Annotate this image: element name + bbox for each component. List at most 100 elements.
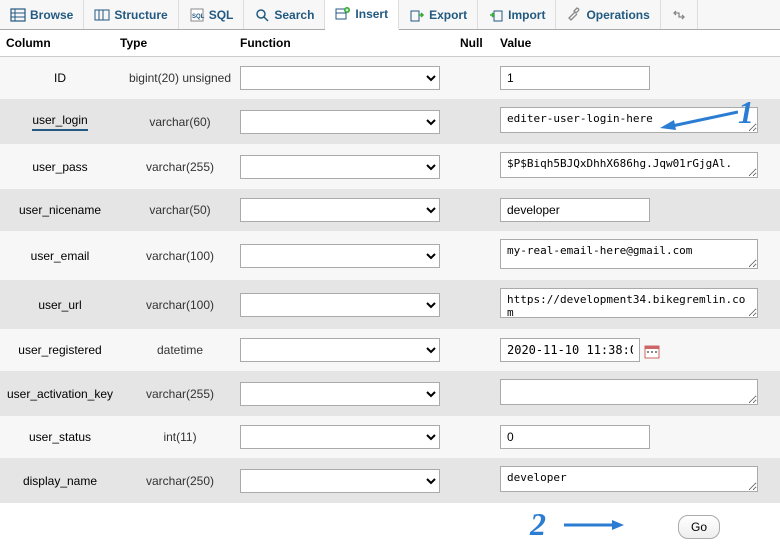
function-select[interactable] [240,66,440,90]
value-cell [500,338,780,362]
arrow-right-icon [564,517,624,533]
header-value: Value [500,36,780,50]
operations-icon [566,7,582,23]
value-cell [500,198,780,222]
function-cell [240,66,460,90]
function-cell [240,155,460,179]
import-icon [488,7,504,23]
value-textarea[interactable] [500,379,758,405]
tab-import-label: Import [508,8,545,22]
function-select[interactable] [240,382,440,406]
column-type: datetime [120,343,240,357]
value-cell [500,239,780,272]
function-select[interactable] [240,469,440,493]
header-type: Type [120,36,240,50]
header-column: Column [0,36,120,50]
function-select[interactable] [240,293,440,317]
header-null: Null [460,36,500,50]
browse-icon [10,7,26,23]
footer: 2 Go [0,503,780,551]
insert-icon [335,6,351,22]
function-cell [240,469,460,493]
column-type: int(11) [120,430,240,444]
table-row: user_statusint(11) [0,416,780,458]
calendar-icon[interactable] [644,343,660,359]
table-row: user_passvarchar(255) [0,144,780,189]
table-row: user_emailvarchar(100) [0,231,780,280]
column-type: varchar(50) [120,203,240,217]
value-cell [500,466,780,495]
tab-browse-label: Browse [30,8,73,22]
tab-sql-label: SQL [209,8,234,22]
column-type: bigint(20) unsigned [120,71,240,85]
tab-more[interactable] [661,0,698,29]
sql-icon: SQL [189,7,205,23]
column-name: user_url [0,298,120,312]
table-row: user_nicenamevarchar(50) [0,189,780,231]
column-type: varchar(255) [120,160,240,174]
tab-operations[interactable]: Operations [556,0,660,29]
header-function: Function [240,36,460,50]
more-icon [671,7,687,23]
table-row: user_registereddatetime [0,329,780,371]
function-select[interactable] [240,110,440,134]
tab-insert-label: Insert [355,7,388,21]
function-select[interactable] [240,425,440,449]
function-cell [240,382,460,406]
function-cell [240,198,460,222]
function-cell [240,293,460,317]
value-cell [500,152,780,181]
function-cell [240,338,460,362]
tab-search-label: Search [274,8,314,22]
column-type: varchar(60) [120,115,240,129]
table-row: display_namevarchar(250) [0,458,780,503]
table-row: user_urlvarchar(100) [0,280,780,329]
go-button[interactable]: Go [678,515,720,539]
value-input[interactable] [500,338,640,362]
annotation-two-wrap: 2 [530,506,624,543]
function-select[interactable] [240,244,440,268]
tab-structure-label: Structure [114,8,167,22]
tab-search[interactable]: Search [244,0,325,29]
table-row: user_loginvarchar(60) [0,99,780,144]
value-cell [500,425,780,449]
value-textarea[interactable] [500,152,758,178]
column-name: user_registered [0,343,120,357]
column-name: user_email [0,249,120,263]
value-textarea[interactable] [500,466,758,492]
value-cell [500,379,780,408]
function-select[interactable] [240,155,440,179]
structure-icon [94,7,110,23]
value-textarea[interactable] [500,288,758,318]
svg-text:SQL: SQL [192,14,205,20]
value-cell [500,288,780,321]
export-icon [409,7,425,23]
value-input[interactable] [500,66,650,90]
function-cell [240,110,460,134]
tab-operations-label: Operations [586,8,649,22]
value-input[interactable] [500,198,650,222]
tab-structure[interactable]: Structure [84,0,178,29]
column-name: ID [0,71,120,85]
tab-browse[interactable]: Browse [0,0,84,29]
tab-export[interactable]: Export [399,0,478,29]
value-input[interactable] [500,425,650,449]
tab-import[interactable]: Import [478,0,556,29]
column-name: user_status [0,430,120,444]
column-name: user_login [0,113,120,131]
function-select[interactable] [240,198,440,222]
tab-sql[interactable]: SQL SQL [179,0,245,29]
annotation-two: 2 [530,506,546,543]
column-name: user_pass [0,160,120,174]
value-textarea[interactable] [500,107,758,133]
value-textarea[interactable] [500,239,758,269]
column-type: varchar(255) [120,387,240,401]
search-icon [254,7,270,23]
tab-insert[interactable]: Insert [325,0,399,30]
function-cell [240,244,460,268]
value-cell [500,66,780,90]
column-headers: Column Type Function Null Value [0,30,780,57]
function-select[interactable] [240,338,440,362]
column-type: varchar(100) [120,249,240,263]
data-rows: IDbigint(20) unsigned user_loginvarchar(6… [0,57,780,503]
